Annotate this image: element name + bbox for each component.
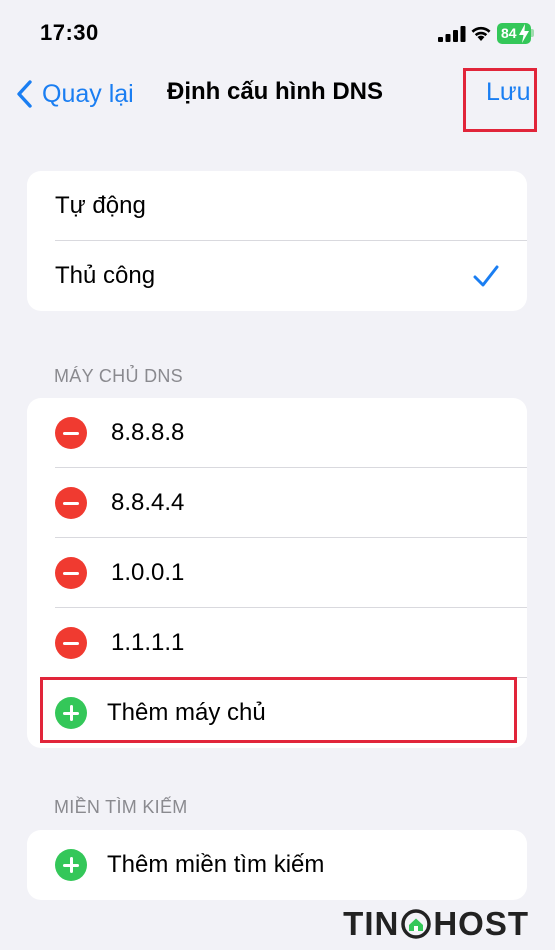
add-search-domain-label: Thêm miền tìm kiếm <box>107 851 325 878</box>
dns-server-address: 1.0.0.1 <box>111 559 185 586</box>
page-title: Định cấu hình DNS <box>167 78 383 105</box>
mode-option-label: Thủ công <box>55 262 156 289</box>
add-server-highlight-box <box>40 677 517 743</box>
back-label: Quay lại <box>42 79 134 108</box>
dns-server-row[interactable]: 8.8.8.8 <box>27 398 527 468</box>
dns-server-row[interactable]: 1.1.1.1 <box>27 608 527 678</box>
save-highlight-box <box>463 68 537 132</box>
mode-option-manual[interactable]: Thủ công <box>27 241 527 311</box>
signal-icon <box>438 26 466 42</box>
watermark-text-right: HOST <box>433 905 529 942</box>
checkmark-icon <box>473 265 499 287</box>
dns-server-address: 8.8.4.4 <box>111 489 185 516</box>
house-logo-icon <box>401 909 432 939</box>
dns-section-header: MÁY CHỦ DNS <box>54 366 183 386</box>
minus-circle-icon[interactable] <box>55 627 87 659</box>
add-search-domain-button[interactable]: Thêm miền tìm kiếm <box>27 830 527 900</box>
plus-circle-icon <box>55 849 87 881</box>
battery-cap <box>531 29 534 37</box>
dns-server-row[interactable]: 1.0.0.1 <box>27 538 527 608</box>
mode-option-label: Tự động <box>55 192 146 219</box>
mode-option-automatic[interactable]: Tự động <box>27 171 527 241</box>
search-domains-header: MIỀN TÌM KIẾM <box>54 797 188 817</box>
chevron-left-icon <box>17 80 32 108</box>
search-domains-group: Thêm miền tìm kiếm <box>27 830 527 900</box>
dns-mode-group: Tự động Thủ công <box>27 171 527 311</box>
minus-circle-icon[interactable] <box>55 417 87 449</box>
back-button[interactable]: Quay lại <box>14 76 134 112</box>
battery-level: 84 <box>501 25 517 41</box>
wifi-icon <box>471 26 491 41</box>
minus-circle-icon[interactable] <box>55 557 87 589</box>
minus-circle-icon[interactable] <box>55 487 87 519</box>
watermark-text-left: TIN <box>343 905 400 942</box>
status-bar: 17:30 84 <box>0 0 555 66</box>
charging-bolt-icon <box>519 24 529 43</box>
dns-server-row[interactable]: 8.8.4.4 <box>27 468 527 538</box>
status-time: 17:30 <box>40 20 99 45</box>
dns-server-address: 8.8.8.8 <box>111 419 185 446</box>
dns-server-address: 1.1.1.1 <box>111 629 185 656</box>
watermark-logo: TIN HOST <box>343 904 529 944</box>
